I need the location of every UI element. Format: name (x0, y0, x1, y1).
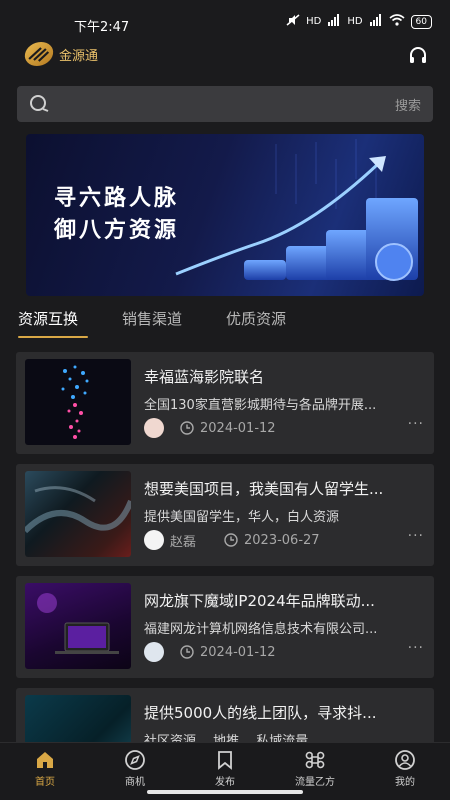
nav-label: 我的 (395, 777, 415, 788)
card-author: 赵磊 (170, 534, 197, 550)
card-meta: 赵磊 2023-06-27 (144, 530, 426, 550)
card-date: 2023-06-27 (244, 532, 320, 548)
wifi-icon (389, 14, 405, 29)
more-icon[interactable]: ··· (408, 640, 424, 656)
network-label-1: HD (306, 16, 322, 27)
list-item[interactable]: 网龙旗下魔域IP2024年品牌联动... 福建网龙计算机网络信息技术有限公司..… (16, 576, 434, 678)
avatar (144, 642, 164, 662)
status-icons: HD HD 60 (286, 14, 432, 29)
status-time: 下午2:47 (74, 20, 130, 35)
tab-sales-channels[interactable]: 销售渠道 (122, 308, 182, 329)
nav-label: 首页 (35, 777, 55, 788)
card-thumbnail (25, 583, 131, 669)
home-indicator[interactable] (147, 790, 303, 794)
status-bar: 下午2:47 HD HD 60 (0, 0, 450, 40)
clock-icon (180, 645, 194, 659)
card-subtitle: 提供美国留学生，华人，白人资源 (144, 510, 340, 525)
banner-line-1: 寻六路人脉 (54, 186, 180, 211)
card-title: 想要美国项目，我美国有人留学生... (144, 480, 384, 498)
avatar (144, 418, 164, 438)
active-tab-indicator (18, 336, 88, 338)
card-thumbnail (25, 471, 131, 557)
bookmark-icon (218, 751, 232, 770)
search-bar[interactable]: 搜索 (17, 86, 433, 122)
network-label-2: HD (347, 16, 363, 27)
list-item[interactable]: 幸福蓝海影院联名 全国130家直营影城期待与各品牌开展... 2024-01-1… (16, 352, 434, 454)
signal-icon-2 (369, 14, 383, 29)
tab-quality-resources[interactable]: 优质资源 (226, 308, 286, 329)
card-title: 网龙旗下魔域IP2024年品牌联动... (144, 592, 375, 610)
banner-line-2: 御八方资源 (54, 218, 180, 243)
command-icon (305, 751, 325, 769)
nav-label: 发布 (215, 777, 235, 788)
nav-publish[interactable]: 发布 (190, 749, 260, 788)
tab-resource-exchange[interactable]: 资源互换 (18, 308, 78, 329)
nav-opportunities[interactable]: 商机 (100, 749, 170, 788)
avatar (144, 530, 164, 550)
search-button[interactable]: 搜索 (395, 95, 421, 114)
more-icon[interactable]: ··· (408, 528, 424, 544)
signal-icon (327, 14, 341, 29)
home-icon (37, 752, 53, 768)
card-date: 2024-01-12 (200, 420, 276, 436)
headset-icon[interactable] (408, 46, 428, 66)
nav-traffic-party-b[interactable]: 流量乙方 (280, 749, 350, 788)
more-icon[interactable]: ··· (408, 416, 424, 432)
promo-banner[interactable]: 寻六路人脉 御八方资源 (26, 134, 424, 296)
app-name: 金源通 (59, 48, 99, 64)
card-title: 提供5000人的线上团队，寻求抖... (144, 704, 377, 722)
compass-icon (125, 750, 145, 770)
card-date: 2024-01-12 (200, 644, 276, 660)
card-title: 幸福蓝海影院联名 (144, 368, 265, 386)
search-icon (29, 94, 49, 114)
nav-label: 流量乙方 (295, 777, 335, 788)
app-header: 金源通 (0, 40, 450, 74)
user-icon (395, 750, 415, 770)
card-subtitle: 全国130家直营影城期待与各品牌开展... (144, 398, 377, 413)
battery-indicator: 60 (410, 14, 432, 29)
nav-home[interactable]: 首页 (10, 749, 80, 788)
card-meta: 2024-01-12 (144, 642, 426, 662)
card-subtitle: 福建网龙计算机网络信息技术有限公司... (144, 622, 378, 637)
category-tabs: 资源互换 销售渠道 优质资源 (0, 304, 450, 342)
card-thumbnail (25, 359, 131, 445)
clock-icon (224, 533, 238, 547)
nav-profile[interactable]: 我的 (370, 749, 440, 788)
app-logo: 金源通 (22, 42, 99, 66)
card-meta: 2024-01-12 (144, 418, 426, 438)
clock-icon (180, 421, 194, 435)
list-item[interactable]: 想要美国项目，我美国有人留学生... 提供美国留学生，华人，白人资源 赵磊 20… (16, 464, 434, 566)
gold-logo-icon (22, 42, 56, 66)
mute-icon (286, 14, 300, 29)
nav-label: 商机 (125, 777, 145, 788)
